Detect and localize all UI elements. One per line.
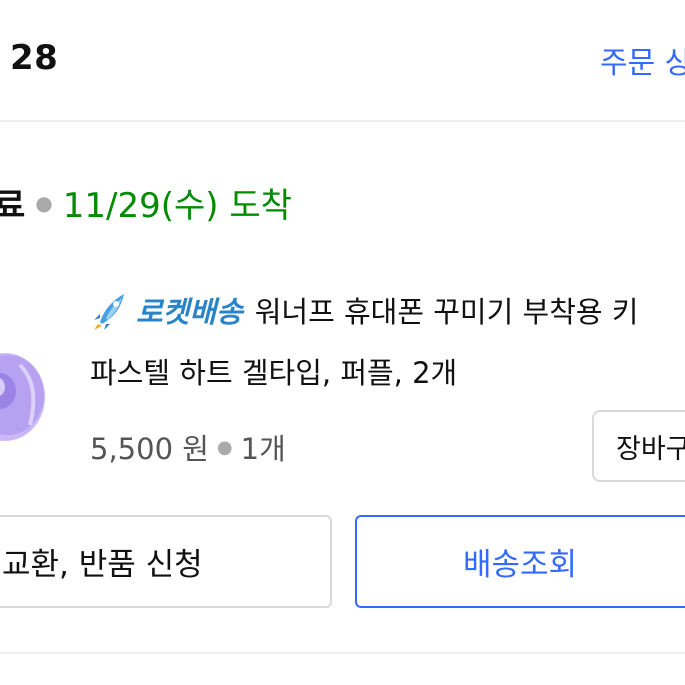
track-delivery-button[interactable]: 배송조회 — [355, 515, 685, 608]
exchange-return-button[interactable]: 교환, 반품 신청 — [0, 515, 332, 608]
order-header: 28 주문 상 — [0, 0, 685, 122]
separator-dot: ● — [35, 190, 53, 215]
arrival-date: 11/29(수) 도착 — [62, 186, 292, 226]
add-to-cart-button[interactable]: 장바구 — [592, 410, 685, 482]
order-detail-link[interactable]: 주문 상 — [600, 38, 685, 82]
product-title-line1[interactable]: 로켓배송 워너프 휴대폰 꾸미기 부착용 키 — [90, 288, 638, 332]
purple-heart-grip-image — [0, 353, 45, 441]
price-quantity: 5,500 원 ● 1개 — [90, 426, 286, 468]
product-quantity: 1개 — [240, 432, 286, 466]
product-price: 5,500 원 — [90, 432, 209, 466]
delivery-status: 료 ● 11/29(수) 도착 — [0, 178, 292, 227]
product-name-line1: 워너프 휴대폰 꾸미기 부착용 키 — [254, 295, 639, 329]
rocket-icon — [94, 294, 124, 330]
separator-dot: ● — [216, 436, 233, 458]
rocket-delivery-badge: 로켓배송 — [136, 295, 243, 329]
order-date: 28 — [10, 38, 59, 78]
status-text: 료 — [0, 186, 26, 226]
product-name-line2[interactable]: 파스텔 하트 겔타입, 퍼플, 2개 — [90, 350, 457, 392]
divider — [0, 652, 685, 654]
order-card-page: 28 주문 상 료 ● 11/29(수) 도착 로켓배송 워너프 휴대폰 꾸미기… — [0, 0, 685, 685]
product-thumbnail[interactable] — [0, 345, 50, 445]
